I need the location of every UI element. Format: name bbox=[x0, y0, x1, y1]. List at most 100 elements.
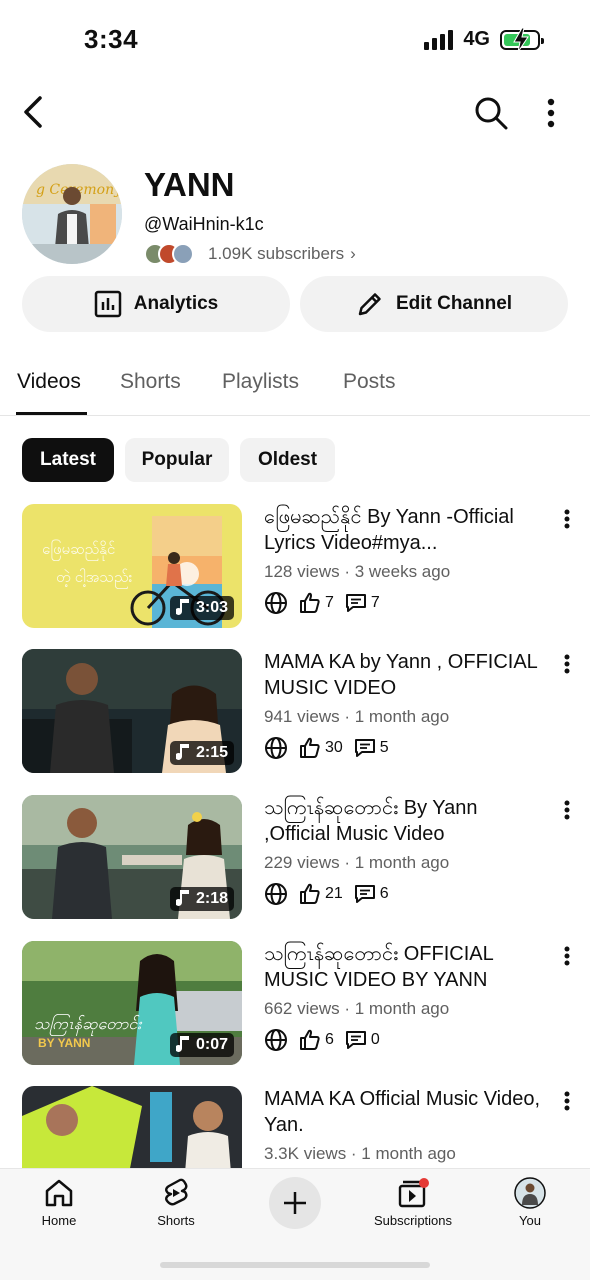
thumbs-up-icon bbox=[300, 1029, 320, 1050]
channel-tabs: Videos Shorts Playlists Posts bbox=[0, 360, 590, 416]
more-vert-icon[interactable] bbox=[557, 1088, 577, 1118]
like-count: 7 bbox=[325, 594, 334, 611]
signal-icon bbox=[424, 29, 454, 50]
channel-handle: @WaiHnin-k1c bbox=[144, 214, 264, 234]
video-thumbnail[interactable] bbox=[22, 1086, 242, 1168]
video-stats: 30 5 bbox=[264, 735, 399, 761]
chevron-right-icon: › bbox=[350, 244, 356, 263]
video-item[interactable]: ဖြေမဆည်နိုင် တဲ့ ငါ့အသည်း 3:03 ဖြေမဆည်နိ… bbox=[0, 504, 590, 634]
comment-icon bbox=[354, 885, 375, 903]
music-note-icon bbox=[175, 890, 189, 906]
video-thumbnail[interactable]: 2:15 bbox=[22, 649, 242, 773]
music-note-icon bbox=[175, 744, 189, 760]
video-item[interactable]: MAMA KA Official Music Video, Yan. 3.3K … bbox=[0, 1086, 590, 1168]
comment-icon bbox=[354, 739, 375, 757]
nav-shorts[interactable]: Shorts bbox=[131, 1177, 221, 1228]
video-title[interactable]: MAMA KA Official Music Video, Yan. bbox=[264, 1086, 549, 1138]
search-icon[interactable] bbox=[472, 94, 510, 132]
video-meta: 662 views · 1 month ago bbox=[264, 999, 450, 1018]
video-thumbnail[interactable]: သကြၤန်ဆုတောင်း BY YANN 0:07 bbox=[22, 941, 242, 1065]
subscribers-link[interactable]: 1.09K subscribers › bbox=[144, 241, 356, 267]
status-bar: 3:34 4G bbox=[0, 0, 590, 80]
tab-shorts[interactable]: Shorts bbox=[120, 370, 181, 394]
status-indicators: 4G bbox=[424, 27, 544, 52]
video-stats: 21 6 bbox=[264, 881, 399, 907]
video-meta: 128 views · 3 weeks ago bbox=[264, 562, 451, 581]
video-title[interactable]: သကြၤန်ဆုတောင်း OFFICIAL MUSIC VIDEO BY Y… bbox=[264, 941, 549, 993]
video-meta: 941 views · 1 month ago bbox=[264, 707, 450, 726]
more-vert-icon[interactable] bbox=[536, 94, 566, 132]
subscriptions-icon bbox=[398, 1178, 429, 1208]
video-item[interactable]: သကြၤန်ဆုတောင်း BY YANN 0:07 သကြၤန်ဆုတောင… bbox=[0, 941, 590, 1071]
video-stats: 7 7 bbox=[264, 590, 390, 616]
globe-icon bbox=[265, 737, 287, 759]
video-title[interactable]: ဖြေမဆည်နိုင် By Yann -Official Lyrics Vi… bbox=[264, 504, 549, 556]
video-title[interactable]: သကြၤန်ဆုတောင်း By Yann ,Official Music V… bbox=[264, 795, 549, 847]
globe-icon bbox=[265, 883, 287, 905]
comment-count: 0 bbox=[370, 1031, 380, 1048]
thumbnail-text: BY YANN bbox=[38, 1036, 90, 1050]
tab-posts[interactable]: Posts bbox=[343, 370, 396, 394]
subscriber-avatars bbox=[144, 243, 194, 265]
create-button[interactable] bbox=[269, 1177, 321, 1229]
network-type: 4G bbox=[463, 28, 490, 50]
back-arrow-icon[interactable] bbox=[16, 94, 52, 130]
thumbnail-text: ဖြေမဆည်နိုင် bbox=[42, 539, 115, 561]
video-meta: 3.3K views · 1 month ago bbox=[264, 1144, 456, 1163]
comment-icon bbox=[345, 1031, 366, 1049]
video-item[interactable]: 2:18 သကြၤန်ဆုတောင်း By Yann ,Official Mu… bbox=[0, 795, 590, 925]
more-vert-icon[interactable] bbox=[557, 506, 577, 536]
more-vert-icon[interactable] bbox=[557, 797, 577, 827]
home-indicator bbox=[160, 1262, 430, 1268]
top-nav bbox=[0, 88, 590, 138]
video-thumbnail[interactable]: 2:18 bbox=[22, 795, 242, 919]
thumbs-up-icon bbox=[300, 883, 320, 904]
comment-icon bbox=[345, 594, 366, 612]
nav-shorts-label: Shorts bbox=[157, 1213, 195, 1228]
chip-latest[interactable]: Latest bbox=[22, 438, 114, 482]
thumbs-up-icon bbox=[300, 592, 320, 613]
channel-avatar[interactable]: g Ceremony bbox=[22, 164, 122, 264]
home-icon bbox=[45, 1179, 73, 1207]
pencil-icon bbox=[358, 293, 381, 316]
video-duration: 2:15 bbox=[169, 741, 234, 765]
like-count: 21 bbox=[325, 885, 343, 902]
analytics-button[interactable]: Analytics bbox=[22, 276, 290, 332]
like-count: 6 bbox=[325, 1031, 334, 1048]
edit-channel-button[interactable]: Edit Channel bbox=[300, 276, 568, 332]
video-meta: 229 views · 1 month ago bbox=[264, 853, 450, 872]
thumbnail-text: တဲ့ ငါ့အသည်း bbox=[56, 568, 132, 589]
nav-you[interactable]: You bbox=[485, 1177, 575, 1228]
video-item[interactable]: 2:15 MAMA KA by Yann , OFFICIAL MUSIC VI… bbox=[0, 649, 590, 779]
nav-subscriptions-label: Subscriptions bbox=[373, 1213, 453, 1228]
chip-oldest[interactable]: Oldest bbox=[240, 438, 335, 482]
globe-icon bbox=[265, 592, 287, 614]
music-note-icon bbox=[175, 1036, 189, 1052]
avatar bbox=[514, 1177, 546, 1209]
battery-icon bbox=[500, 27, 544, 52]
analytics-icon bbox=[94, 290, 121, 318]
tab-playlists[interactable]: Playlists bbox=[222, 370, 299, 394]
more-vert-icon[interactable] bbox=[557, 651, 577, 681]
nav-you-label: You bbox=[519, 1213, 541, 1228]
nav-home-label: Home bbox=[41, 1213, 77, 1228]
analytics-label: Analytics bbox=[133, 293, 219, 314]
comment-count: 6 bbox=[379, 885, 389, 902]
chip-popular[interactable]: Popular bbox=[125, 438, 229, 482]
nav-subscriptions[interactable]: Subscriptions bbox=[367, 1177, 459, 1228]
subscriber-count: 1.09K subscribers bbox=[208, 244, 345, 263]
music-note-icon bbox=[175, 599, 189, 615]
tab-videos[interactable]: Videos bbox=[17, 370, 81, 394]
shorts-icon bbox=[165, 1178, 188, 1206]
video-stats: 6 0 bbox=[264, 1027, 390, 1053]
plus-icon bbox=[284, 1192, 306, 1214]
status-time: 3:34 bbox=[84, 24, 139, 54]
comment-count: 5 bbox=[379, 739, 389, 756]
more-vert-icon[interactable] bbox=[557, 943, 577, 973]
globe-icon bbox=[265, 1029, 287, 1051]
nav-home[interactable]: Home bbox=[14, 1177, 104, 1228]
video-thumbnail[interactable]: ဖြေမဆည်နိုင် တဲ့ ငါ့အသည်း 3:03 bbox=[22, 504, 242, 628]
video-title[interactable]: MAMA KA by Yann , OFFICIAL MUSIC VIDEO bbox=[264, 649, 549, 701]
video-duration: 3:03 bbox=[169, 596, 234, 620]
video-duration: 0:07 bbox=[169, 1033, 234, 1057]
